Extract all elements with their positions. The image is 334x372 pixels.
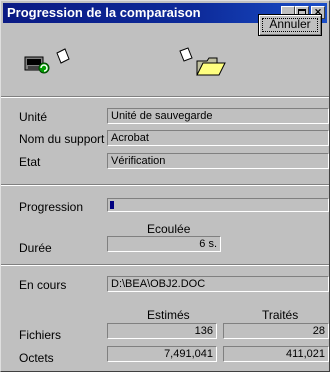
unite-label: Unité [19, 110, 48, 124]
current-label: En cours [19, 278, 67, 292]
etat-label: Etat [19, 155, 41, 169]
fichiers-processed-field: 28 [223, 323, 329, 339]
separator [1, 264, 329, 266]
progress-bar [107, 198, 329, 212]
separator [1, 184, 329, 186]
elapsed-header: Ecoulée [147, 222, 191, 236]
separator [1, 96, 329, 98]
octets-processed-field: 411,021 [223, 346, 329, 362]
cancel-button[interactable]: Annuler [258, 14, 322, 36]
duree-label: Durée [19, 241, 52, 255]
page-icon [177, 45, 195, 63]
open-folder-icon [195, 53, 227, 79]
estimated-header: Estimés [147, 308, 190, 322]
fichiers-label: Fichiers [19, 328, 62, 342]
progress-label: Progression [19, 200, 84, 214]
page-icon [53, 47, 71, 65]
unite-field: Unité de sauvegarde [107, 108, 329, 124]
focus-rect [262, 18, 318, 32]
octets-label: Octets [19, 351, 54, 365]
fichiers-estimated-field: 136 [107, 323, 217, 339]
etat-field: Vérification [107, 153, 329, 169]
processed-header: Traités [262, 308, 299, 322]
computer-backup-icon [23, 49, 51, 75]
octets-estimated-field: 7,491,041 [107, 346, 217, 362]
support-field: Acrobat [107, 130, 329, 146]
current-file-field: D:\BEA\OBJ2.DOC [107, 276, 329, 292]
dialog-window: Progression de la comparaison ✕ Annuler … [0, 0, 330, 372]
support-label: Nom du support [19, 132, 105, 146]
window-title: Progression de la comparaison [7, 5, 201, 20]
progress-block [110, 201, 114, 209]
duree-field: 6 s. [107, 236, 221, 252]
